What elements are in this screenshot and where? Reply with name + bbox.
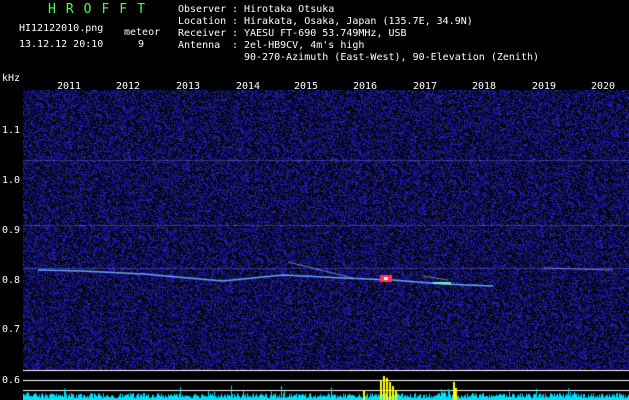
receiver-row: Receiver : YAESU FT-690 53.749MHz, USB [178, 28, 539, 40]
spectrogram-canvas [23, 90, 629, 400]
observer-row: Observer : Hirotaka Otsuka [178, 4, 539, 16]
meteor-count: 9 [138, 39, 145, 50]
station-info: Observer : Hirotaka Otsuka Location : Hi… [178, 4, 539, 64]
filename-label: HI12122010.png [19, 23, 104, 34]
meteor-label: meteor [124, 27, 161, 38]
frequency-tick-label: 0.8 [2, 275, 21, 286]
location-key: Location [178, 16, 227, 27]
separator: : [232, 28, 239, 39]
frequency-tick-label: 0.7 [2, 324, 21, 335]
datetime-label: 13.12.12 20:10 [19, 39, 104, 50]
receiver-key: Receiver [178, 28, 227, 39]
separator: : [232, 4, 239, 15]
observer-value: Hirotaka Otsuka [244, 4, 335, 15]
frequency-tick-label: 0.6 [2, 375, 21, 386]
frequency-tick-label: 1.0 [2, 175, 21, 186]
antenna-value-2: 90-270-Azimuth (East-West), 90-Elevation… [244, 52, 540, 63]
antenna-row: Antenna : 2el-HB9CV, 4m's high [178, 40, 539, 52]
observer-key: Observer [178, 4, 227, 15]
y-unit-label: kHz [2, 73, 21, 84]
frequency-tick-label: 1.1 [2, 125, 21, 136]
app-logo: HROFFT [48, 2, 155, 17]
spectrogram-panel [23, 90, 629, 400]
separator: : [232, 16, 239, 27]
location-value: Hirakata, Osaka, Japan (135.7E, 34.9N) [244, 16, 473, 27]
frequency-tick-label: 0.9 [2, 225, 21, 236]
antenna-value: 2el-HB9CV, 4m's high [244, 40, 365, 51]
antenna-key: Antenna [178, 40, 221, 51]
separator: : [232, 40, 239, 51]
antenna-row-2: 90-270-Azimuth (East-West), 90-Elevation… [178, 52, 539, 64]
receiver-value: YAESU FT-690 53.749MHz, USB [244, 28, 407, 39]
location-row: Location : Hirakata, Osaka, Japan (135.7… [178, 16, 539, 28]
